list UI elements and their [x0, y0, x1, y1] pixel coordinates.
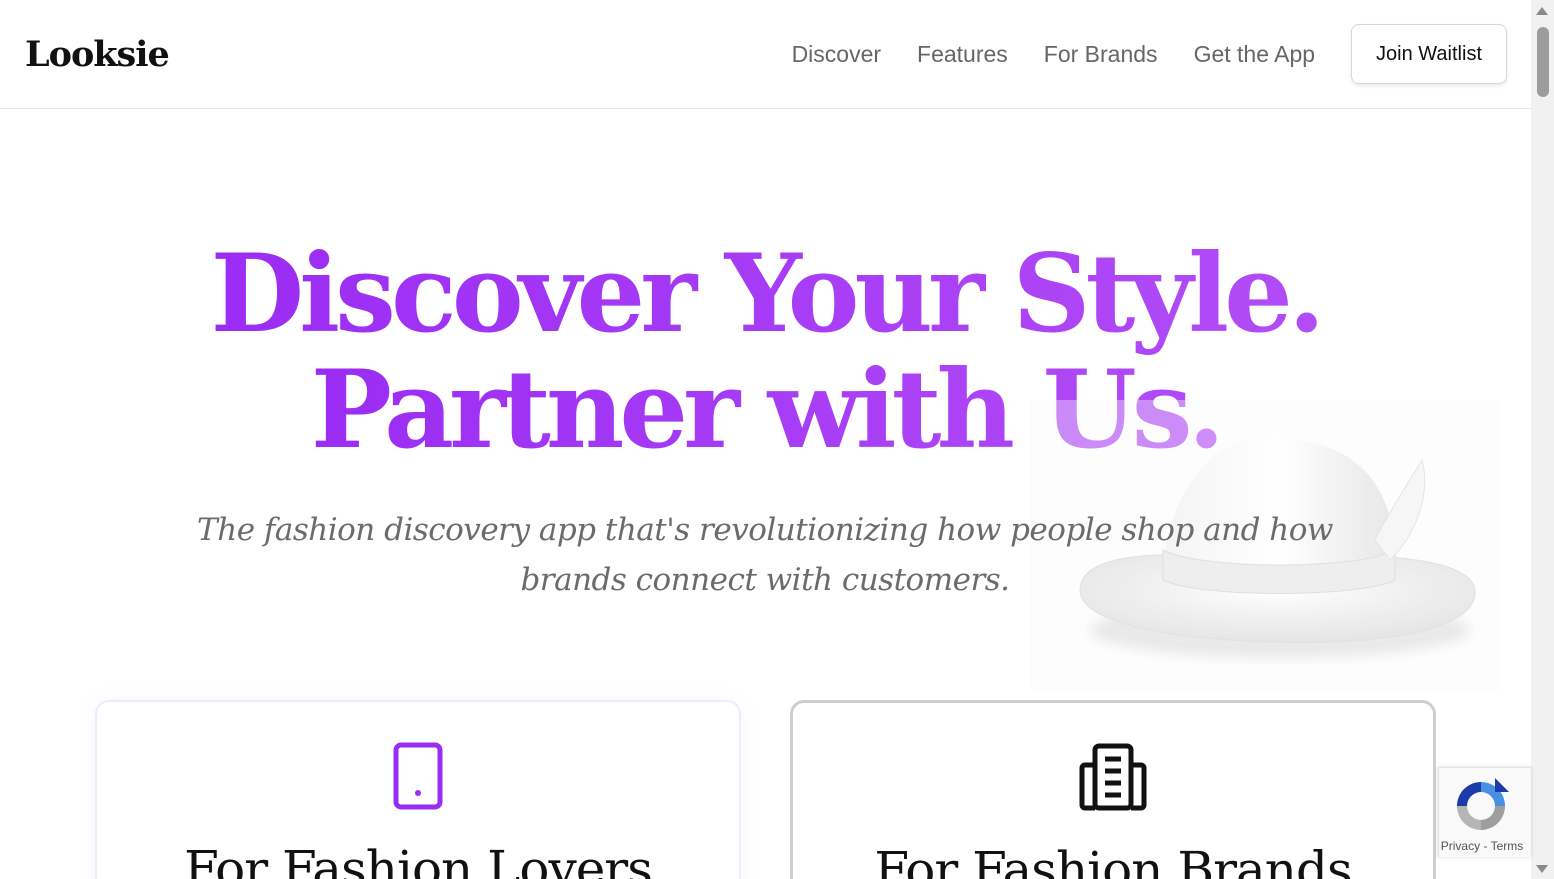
card-fashion-brands[interactable]: For Fashion Brands [790, 700, 1436, 879]
main-nav: Discover Features For Brands Get the App… [792, 24, 1507, 84]
nav-link-features[interactable]: Features [917, 41, 1008, 68]
recaptcha-separator: - [1483, 839, 1488, 853]
tablet-icon [393, 742, 443, 815]
recaptcha-icon [1451, 776, 1511, 841]
recaptcha-badge[interactable]: Privacy - Terms [1438, 767, 1531, 857]
scroll-thumb[interactable] [1537, 27, 1549, 97]
card-fashion-lovers[interactable]: For Fashion Lovers [95, 700, 741, 879]
join-waitlist-button[interactable]: Join Waitlist [1351, 24, 1507, 84]
recaptcha-terms-link[interactable]: Terms [1491, 839, 1524, 853]
hero-subtitle: The fashion discovery app that's revolut… [197, 512, 1333, 598]
nav-link-for-brands[interactable]: For Brands [1044, 41, 1158, 68]
scroll-down-arrow-icon[interactable] [1536, 865, 1548, 873]
hero-title-line-1: Discover Your Style. [210, 231, 1326, 357]
card-title-fashion-brands: For Fashion Brands [874, 841, 1352, 879]
vertical-scrollbar[interactable] [1531, 0, 1554, 879]
site-header: Looksie Discover Features For Brands Get… [0, 0, 1531, 109]
nav-link-get-the-app[interactable]: Get the App [1194, 41, 1315, 68]
scroll-up-arrow-icon[interactable] [1536, 7, 1548, 15]
recaptcha-links: Privacy - Terms [1439, 839, 1525, 853]
card-title-fashion-lovers: For Fashion Lovers [184, 840, 653, 879]
nav-link-discover[interactable]: Discover [792, 41, 881, 68]
building-icon [1079, 743, 1147, 816]
logo[interactable]: Looksie [25, 34, 170, 75]
recaptcha-privacy-link[interactable]: Privacy [1441, 839, 1480, 853]
